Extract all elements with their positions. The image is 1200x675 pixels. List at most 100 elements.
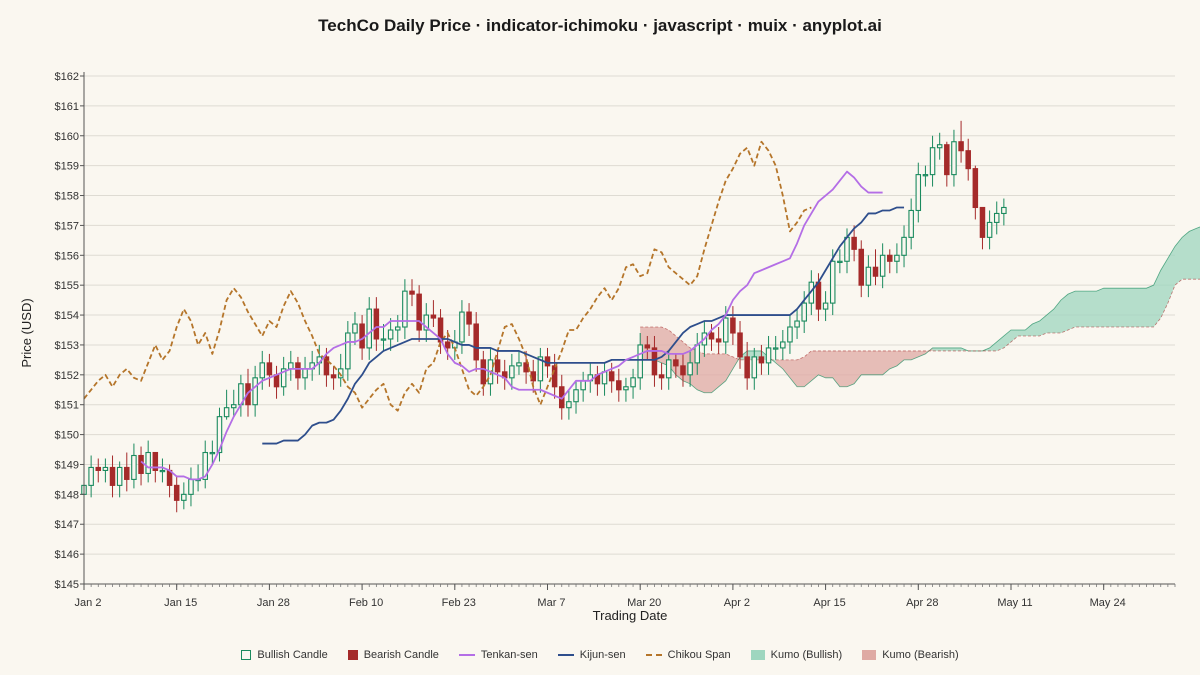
candle-body [616, 380, 622, 391]
x-tick-label: Mar 7 [537, 597, 565, 609]
y-tick-label: $147 [55, 519, 79, 531]
y-tick-label: $159 [55, 161, 79, 173]
candle-body [801, 302, 807, 322]
bullish-candle [423, 303, 430, 342]
bullish-candle [452, 330, 458, 360]
candle-body [159, 469, 166, 473]
x-tick-label: Feb 23 [442, 597, 476, 609]
candle-body [109, 466, 116, 486]
bullish-candle [238, 374, 244, 417]
candle-body [922, 174, 929, 177]
candle-body [230, 404, 237, 409]
bullish-candle [894, 243, 900, 274]
bearish-candle [715, 327, 722, 354]
chart-root: TechCo Daily Price · indicator-ichimoku … [0, 0, 1200, 675]
candle-body [665, 359, 672, 379]
candle-body [302, 368, 308, 379]
candle-body [273, 374, 280, 388]
candle-body [601, 371, 608, 385]
candle-body [573, 389, 579, 403]
candle-body [822, 302, 829, 310]
candle-body [480, 359, 487, 385]
bearish-candle [124, 452, 130, 492]
candle-body [387, 329, 394, 340]
legend-item-kijun: Kijun-sen [557, 649, 626, 661]
legend-swatch [241, 650, 252, 660]
legend-label: Bullish Candle [257, 649, 328, 661]
candle-body [844, 236, 850, 262]
bullish-candle [394, 315, 401, 342]
bearish-candle [958, 120, 964, 163]
candle-body [936, 144, 943, 149]
candle-body [359, 323, 365, 349]
candle-body [266, 362, 273, 376]
x-tick-label: Jan 15 [164, 597, 197, 609]
bearish-candle [758, 344, 765, 375]
candle-body [366, 308, 372, 349]
bearish-candle [887, 249, 893, 274]
y-tick-label: $149 [55, 459, 79, 471]
y-tick-label: $153 [55, 340, 79, 352]
bearish-candle [658, 362, 665, 390]
candle-body [188, 478, 194, 495]
bearish-candle [95, 458, 102, 483]
kumo-layer [640, 226, 1200, 394]
bearish-candle [551, 353, 558, 399]
bearish-candle [480, 350, 487, 396]
candle-body [815, 281, 822, 310]
candle-body [944, 144, 950, 176]
candle-body [623, 386, 629, 391]
candle-body [894, 254, 900, 262]
bearish-candle [473, 312, 479, 372]
candle-body [958, 141, 964, 152]
candle-body [865, 266, 872, 286]
legend-swatch [750, 650, 765, 660]
bearish-candle [594, 365, 601, 396]
candle-body [979, 206, 986, 238]
candle-body [765, 347, 772, 364]
legend-item-bearish: Bearish Candle [347, 649, 439, 661]
bearish-candle [266, 353, 273, 387]
candle-body [608, 371, 615, 382]
candle-body [829, 260, 836, 304]
bullish-candle [587, 362, 594, 393]
candle-body [744, 356, 750, 379]
y-axis-label: Price (USD) [19, 298, 34, 367]
bullish-candle [309, 350, 315, 381]
candle-body [965, 150, 971, 170]
bullish-candle [986, 210, 993, 250]
candle-body [138, 454, 144, 474]
bullish-candle [188, 467, 194, 507]
legend-label: Kumo (Bearish) [882, 649, 959, 661]
bullish-candle [822, 291, 829, 322]
candle-body [901, 236, 907, 256]
y-tick-label: $160 [55, 131, 79, 143]
candle-body [887, 254, 893, 262]
bearish-candle [437, 309, 444, 354]
candle-body [730, 317, 736, 334]
y-tick-label: $151 [55, 400, 79, 412]
legend-label: Bearish Candle [363, 649, 439, 661]
bearish-candle [138, 446, 144, 486]
candle-body [124, 466, 130, 480]
candle-body [380, 338, 387, 341]
candle-body [751, 356, 758, 379]
candle-body [88, 466, 94, 486]
bearish-candle [530, 359, 536, 393]
candle-body [102, 466, 109, 471]
candle-body [794, 320, 800, 328]
candle-body [644, 344, 651, 349]
bullish-candle [765, 335, 772, 375]
bullish-candle [1001, 198, 1007, 226]
candle-body [566, 401, 572, 409]
candle-body [252, 377, 258, 406]
candle-body [787, 326, 793, 343]
x-tick-label: Apr 28 [906, 597, 938, 609]
candle-body [951, 141, 957, 176]
legend-swatch [557, 654, 574, 656]
bullish-candle [380, 324, 387, 351]
candle-body [986, 221, 993, 238]
bullish-candle [580, 371, 586, 402]
bullish-candle [516, 350, 522, 375]
legend-swatch [645, 654, 662, 656]
